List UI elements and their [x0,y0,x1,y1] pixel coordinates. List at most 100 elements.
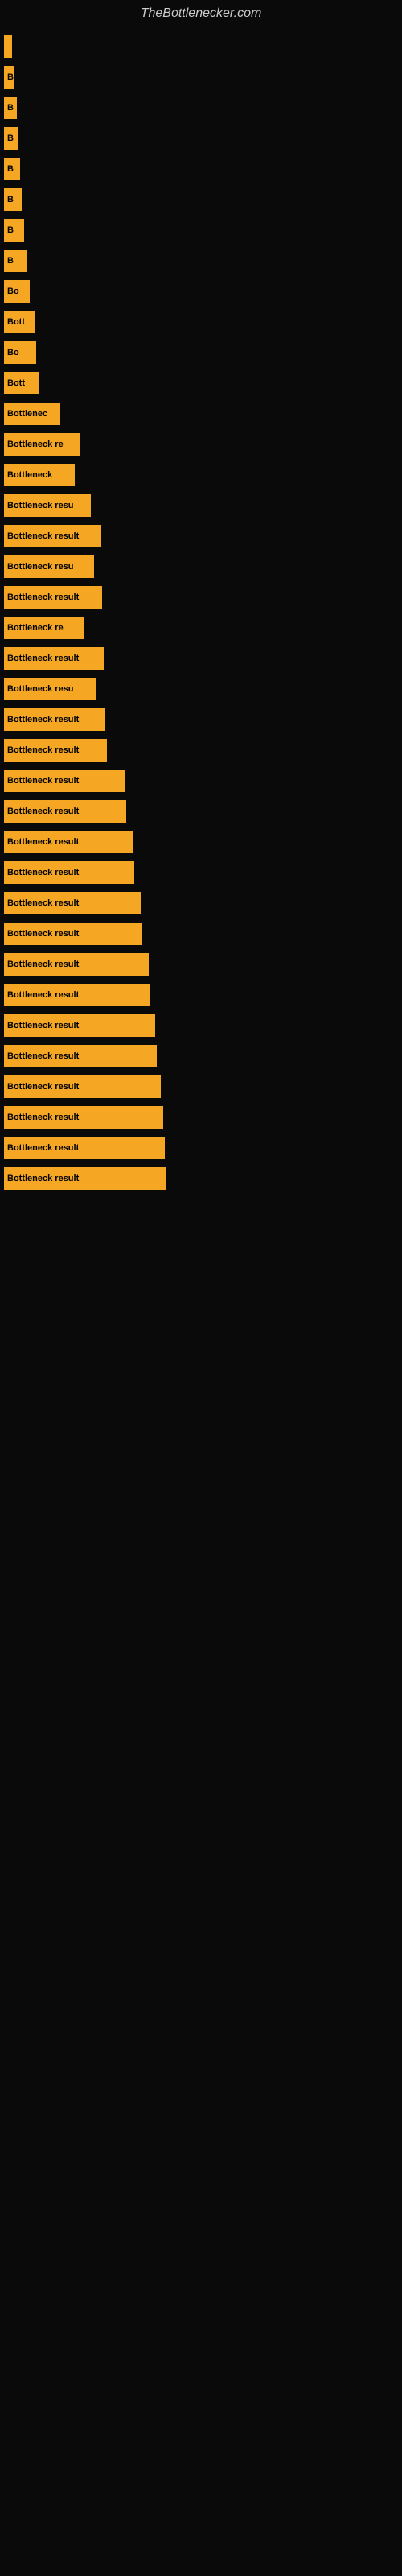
bar-label-28: Bottleneck result [7,868,79,877]
bar-label-16: Bottleneck resu [7,501,74,510]
bar-label-14: Bottleneck re [7,440,64,449]
bar-row: B [0,158,402,180]
bar-row: Bottleneck result [0,739,402,762]
bar-row: B [0,250,402,272]
bar-row: Bott [0,372,402,394]
bar-item-21: Bottleneck result [4,647,104,670]
bar-item-2: B [4,66,14,89]
bar-row: Bottleneck [0,464,402,486]
bar-row: Bottleneck result [0,708,402,731]
bar-row: Bottleneck result [0,831,402,853]
bar-label-23: Bottleneck result [7,715,79,724]
bar-item-4: B [4,127,18,150]
bar-label-25: Bottleneck result [7,776,79,786]
bar-label-29: Bottleneck result [7,898,79,908]
bar-item-31: Bottleneck result [4,953,149,976]
bar-item-10: Bott [4,311,35,333]
bar-row: Bo [0,341,402,364]
bar-item-17: Bottleneck result [4,525,100,547]
bar-row: Bottleneck resu [0,494,402,517]
bar-label-30: Bottleneck result [7,929,79,939]
bar-row: Bottleneck result [0,1106,402,1129]
bar-row: Bottleneck result [0,953,402,976]
bar-row: Bottleneck resu [0,555,402,578]
bar-item-24: Bottleneck result [4,739,107,762]
bar-item-36: Bottleneck result [4,1106,163,1129]
bar-row: Bottleneck result [0,1075,402,1098]
bar-item-6: B [4,188,22,211]
bar-row: Bottleneck result [0,1167,402,1190]
bar-label-31: Bottleneck result [7,960,79,969]
bar-row: Bottleneck result [0,1045,402,1067]
bar-label-32: Bottleneck result [7,990,79,1000]
bar-item-34: Bottleneck result [4,1045,157,1067]
bar-item-22: Bottleneck resu [4,678,96,700]
bar-label-33: Bottleneck result [7,1021,79,1030]
bar-item-28: Bottleneck result [4,861,134,884]
bar-row: Bottleneck result [0,861,402,884]
site-title: TheBottlenecker.com [0,0,402,27]
bar-label-24: Bottleneck result [7,745,79,755]
bar-item-7: B [4,219,24,242]
bar-item-14: Bottleneck re [4,433,80,456]
bar-item-20: Bottleneck re [4,617,84,639]
bar-row: Bottleneck result [0,586,402,609]
bar-item-15: Bottleneck [4,464,75,486]
bar-label-35: Bottleneck result [7,1082,79,1092]
bar-item-35: Bottleneck result [4,1075,161,1098]
bar-item-11: Bo [4,341,36,364]
bar-row: Bottleneck re [0,433,402,456]
bar-row: Bottleneck resu [0,678,402,700]
bar-item-1 [4,35,12,58]
bar-label-10: Bott [7,317,25,327]
bar-label-26: Bottleneck result [7,807,79,816]
bar-label-4: B [7,134,14,143]
bar-item-12: Bott [4,372,39,394]
bar-label-9: Bo [7,287,19,296]
bar-item-25: Bottleneck result [4,770,125,792]
bar-item-13: Bottlenec [4,402,60,425]
bar-row: Bottleneck result [0,1014,402,1037]
bar-label-18: Bottleneck resu [7,562,74,572]
bar-item-3: B [4,97,17,119]
bar-label-20: Bottleneck re [7,623,64,633]
bar-label-3: B [7,103,14,113]
bar-label-5: B [7,164,14,174]
bar-row: Bottleneck result [0,525,402,547]
bar-label-27: Bottleneck result [7,837,79,847]
bar-item-26: Bottleneck result [4,800,126,823]
bar-row: B [0,219,402,242]
bar-label-12: Bott [7,378,25,388]
bar-row [0,35,402,58]
bar-row: B [0,97,402,119]
bar-row: B [0,127,402,150]
bar-label-38: Bottleneck result [7,1174,79,1183]
bar-label-34: Bottleneck result [7,1051,79,1061]
bar-item-38: Bottleneck result [4,1167,166,1190]
bar-item-5: B [4,158,20,180]
bar-label-13: Bottlenec [7,409,47,419]
bar-item-33: Bottleneck result [4,1014,155,1037]
bar-item-30: Bottleneck result [4,923,142,945]
bar-row: Bottleneck result [0,892,402,914]
bar-row: Bottleneck result [0,984,402,1006]
bar-item-37: Bottleneck result [4,1137,165,1159]
bar-row: B [0,66,402,89]
bar-row: Bottleneck result [0,770,402,792]
bar-label-6: B [7,195,14,204]
bar-row: Bott [0,311,402,333]
bar-label-36: Bottleneck result [7,1113,79,1122]
bar-row: Bottleneck re [0,617,402,639]
bar-row: Bo [0,280,402,303]
bar-row: Bottleneck result [0,800,402,823]
bars-container: B B B B B B B Bo Bott Bo Bott Bottlenec Bottleneck r… [0,27,402,1206]
bar-label-11: Bo [7,348,19,357]
bar-item-29: Bottleneck result [4,892,141,914]
bar-row: Bottleneck result [0,923,402,945]
bar-label-8: B [7,256,14,266]
bar-label-15: Bottleneck [7,470,52,480]
bar-label-19: Bottleneck result [7,592,79,602]
bar-label-17: Bottleneck result [7,531,79,541]
bar-item-32: Bottleneck result [4,984,150,1006]
bar-item-27: Bottleneck result [4,831,133,853]
